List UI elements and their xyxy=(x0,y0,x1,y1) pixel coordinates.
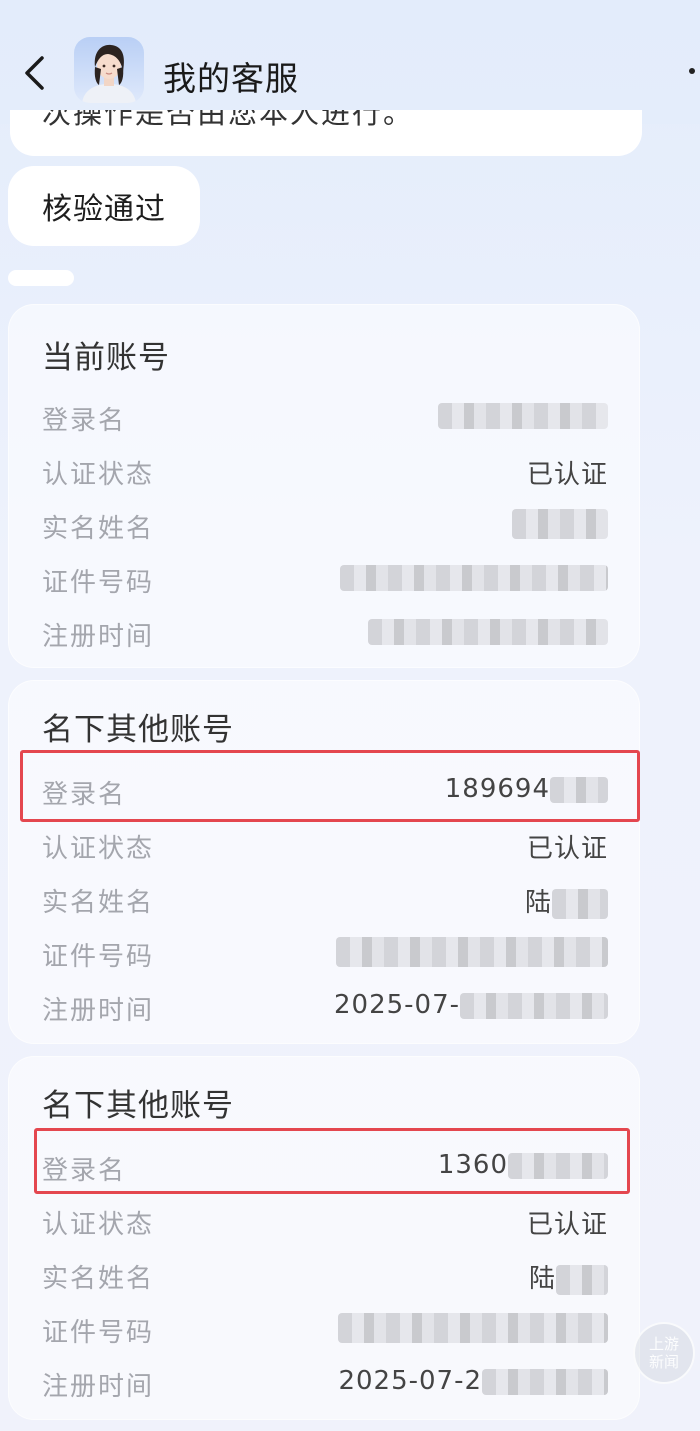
row-label: 注册时间 xyxy=(42,996,155,1026)
register-time-row: 注册时间 xyxy=(42,616,608,656)
real-name-row: 实名姓名 陆 xyxy=(42,1258,608,1298)
row-label: 实名姓名 xyxy=(42,888,155,918)
other-account-card-1: 名下其他账号 登录名 189694 认证状态 已认证 实名姓名 陆 证件号码 注… xyxy=(8,680,640,1044)
id-number-value xyxy=(336,936,608,967)
register-time-value: 2025-07- xyxy=(334,990,608,1020)
auth-status-value: 已认证 xyxy=(526,1210,608,1240)
register-time-value xyxy=(368,616,608,646)
message-text: 核验通过 xyxy=(42,192,166,227)
row-label: 实名姓名 xyxy=(42,514,155,544)
assistant-avatar[interactable] xyxy=(74,37,144,103)
row-label: 认证状态 xyxy=(42,1210,155,1240)
other-account-card-2: 名下其他账号 登录名 1360 认证状态 已认证 实名姓名 陆 证件号码 注册时… xyxy=(8,1056,640,1420)
more-dot-icon[interactable] xyxy=(689,68,695,74)
real-name-value xyxy=(512,508,608,539)
row-label: 证件号码 xyxy=(42,942,155,972)
row-label: 登录名 xyxy=(42,406,127,436)
highlight-box-login-2 xyxy=(34,1128,630,1194)
id-number-row: 证件号码 xyxy=(42,562,608,602)
real-name-value: 陆 xyxy=(529,1258,608,1295)
real-name-row: 实名姓名 陆 xyxy=(42,882,608,922)
id-number-value xyxy=(340,562,608,592)
auth-status-row: 认证状态 已认证 xyxy=(42,454,608,494)
register-time-row: 注册时间 2025-07- xyxy=(42,990,608,1030)
card-title: 当前账号 xyxy=(42,340,170,376)
id-number-row: 证件号码 xyxy=(42,1312,608,1352)
row-label: 认证状态 xyxy=(42,834,155,864)
row-label: 注册时间 xyxy=(42,622,155,652)
row-label: 注册时间 xyxy=(42,1372,155,1402)
auth-status-row: 认证状态 已认证 xyxy=(42,1204,608,1244)
back-arrow-icon[interactable] xyxy=(18,54,52,92)
top-bar: 我的客服 xyxy=(0,0,700,140)
watermark-logo: 上游新闻 xyxy=(633,1322,695,1384)
highlight-box-login-1 xyxy=(20,750,640,822)
row-label: 实名姓名 xyxy=(42,1264,155,1294)
real-name-text: 陆 xyxy=(524,888,552,918)
auth-status-value: 已认证 xyxy=(526,460,608,490)
real-name-text: 陆 xyxy=(528,1264,556,1294)
register-time-text: 2025-07-2 xyxy=(338,1366,482,1396)
login-name-value xyxy=(438,400,608,430)
register-time-text: 2025-07- xyxy=(333,990,460,1020)
row-label: 证件号码 xyxy=(42,1318,155,1348)
message-bubble: 核验通过 xyxy=(8,166,200,246)
row-label: 认证状态 xyxy=(42,460,155,490)
register-time-row: 注册时间 2025-07-2 xyxy=(42,1366,608,1406)
message-placeholder-pill xyxy=(8,270,74,286)
auth-status-row: 认证状态 已认证 xyxy=(42,828,608,868)
current-account-card: 当前账号 登录名 认证状态 已认证 实名姓名 证件号码 注册时间 xyxy=(8,304,640,668)
auth-status-value: 已认证 xyxy=(526,834,608,864)
login-name-row: 登录名 xyxy=(42,400,608,440)
watermark-text: 上游新闻 xyxy=(648,1335,679,1371)
id-number-row: 证件号码 xyxy=(42,936,608,976)
card-title: 名下其他账号 xyxy=(42,1088,234,1124)
page-title: 我的客服 xyxy=(163,59,299,98)
real-name-value: 陆 xyxy=(525,882,608,919)
row-label: 证件号码 xyxy=(42,568,155,598)
id-number-value xyxy=(338,1312,608,1343)
register-time-value: 2025-07-2 xyxy=(338,1366,608,1396)
real-name-row: 实名姓名 xyxy=(42,508,608,548)
card-title: 名下其他账号 xyxy=(42,712,234,748)
